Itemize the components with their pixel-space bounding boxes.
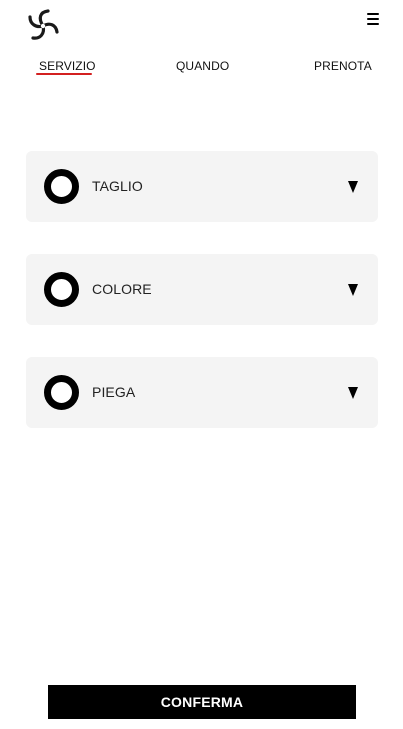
chevron-down-icon[interactable] bbox=[348, 387, 358, 399]
hamburger-menu-icon[interactable] bbox=[367, 13, 379, 25]
tab-prenota[interactable]: PRENOTA bbox=[314, 59, 372, 73]
radio-circle-icon[interactable] bbox=[44, 169, 79, 204]
service-label: COLORE bbox=[92, 281, 152, 297]
service-label: PIEGA bbox=[92, 384, 136, 400]
active-tab-indicator bbox=[36, 73, 92, 75]
radio-circle-icon[interactable] bbox=[44, 272, 79, 307]
chevron-down-icon[interactable] bbox=[348, 181, 358, 193]
radio-circle-icon[interactable] bbox=[44, 375, 79, 410]
app-header bbox=[0, 0, 403, 56]
service-option-taglio[interactable]: TAGLIO bbox=[26, 151, 378, 222]
service-option-colore[interactable]: COLORE bbox=[26, 254, 378, 325]
swirl-logo-icon[interactable] bbox=[26, 8, 60, 44]
chevron-down-icon[interactable] bbox=[348, 284, 358, 296]
confirm-button[interactable]: CONFERMA bbox=[48, 685, 356, 719]
booking-steps-tabs: SERVIZIO QUANDO PRENOTA bbox=[0, 56, 403, 80]
tab-quando[interactable]: QUANDO bbox=[176, 59, 229, 73]
service-label: TAGLIO bbox=[92, 178, 143, 194]
service-option-piega[interactable]: PIEGA bbox=[26, 357, 378, 428]
